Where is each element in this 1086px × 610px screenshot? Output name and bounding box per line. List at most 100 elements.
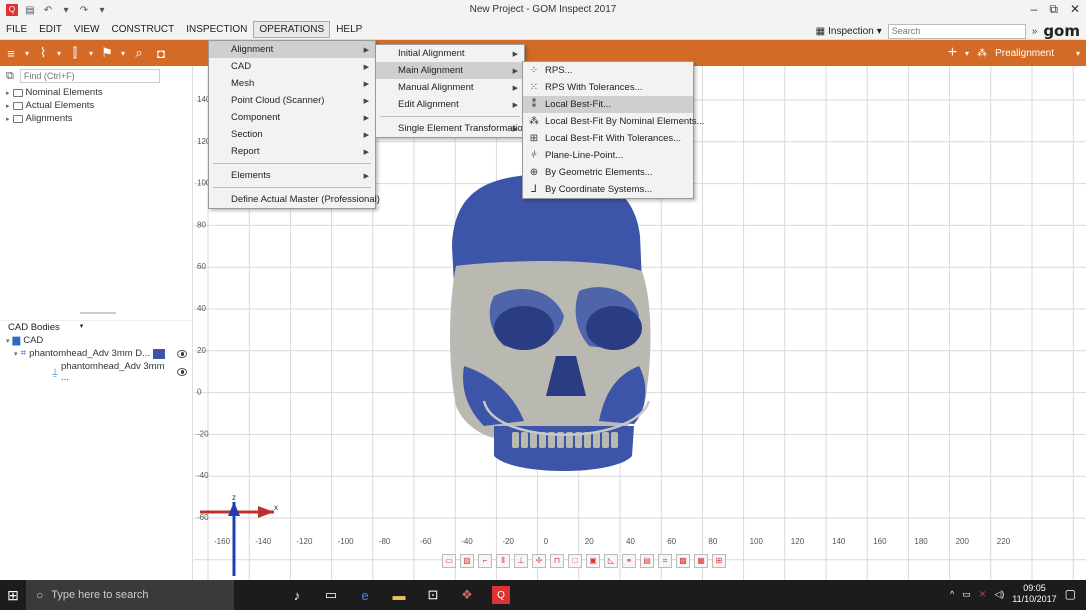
menu-item-local-best-fit[interactable]: ⁑ Local Best-Fit...	[523, 96, 693, 113]
redo-icon[interactable]: ↷	[78, 4, 90, 16]
view-tool-15-icon[interactable]: ▦	[694, 554, 708, 568]
menu-view[interactable]: VIEW	[68, 21, 106, 38]
menu-item-mesh[interactable]: Mesh ▶	[209, 75, 375, 92]
tree-item-cad[interactable]: ▾ ▆ CAD	[0, 334, 193, 347]
prealignment-label[interactable]: Prealignment	[995, 48, 1054, 59]
menu-item-component[interactable]: Component ▶	[209, 109, 375, 126]
restore-button[interactable]: ⧉	[1049, 2, 1058, 17]
store-icon[interactable]: ⊡	[424, 586, 442, 604]
menu-help[interactable]: HELP	[330, 21, 368, 38]
dropdown-icon[interactable]: ▾	[86, 49, 96, 58]
dropdown-icon[interactable]: ▾	[118, 49, 128, 58]
explorer-icon[interactable]: ⧉	[6, 70, 14, 83]
expand-arrow-icon[interactable]: ▸	[6, 89, 10, 97]
undo-dropdown-icon[interactable]: ▾	[60, 4, 72, 16]
search-input[interactable]	[887, 23, 1026, 39]
menu-item-alignment[interactable]: Alignment ▶	[209, 41, 375, 58]
menu-item-plane-line-point[interactable]: ⫩ Plane-Line-Point...	[523, 147, 693, 164]
add-icon[interactable]: +	[948, 44, 957, 62]
view-tool-11-icon[interactable]: ⚭	[622, 554, 636, 568]
expand-arrow-icon[interactable]: ▸	[6, 115, 10, 123]
view-tool-6-icon[interactable]: ✢	[532, 554, 546, 568]
menu-item-rps-tolerances[interactable]: ⁙ RPS With Tolerances...	[523, 79, 693, 96]
view-tool-4-icon[interactable]: ⫴	[496, 554, 510, 568]
microphone-icon[interactable]: ♪	[288, 586, 306, 604]
skull-mesh[interactable]	[450, 173, 651, 471]
battery-icon[interactable]: ▭	[962, 589, 971, 600]
menu-item-report[interactable]: Report ▶	[209, 143, 375, 160]
menu-item-define-actual-master[interactable]: Define Actual Master (Professional)	[209, 191, 380, 208]
view-tool-8-icon[interactable]: □	[568, 554, 582, 568]
double-chevron-icon[interactable]: »	[1032, 26, 1038, 37]
view-tool-13-icon[interactable]: ⌗	[658, 554, 672, 568]
menu-item-edit-alignment[interactable]: Edit Alignment ▶	[376, 96, 524, 113]
menu-item-elements[interactable]: Elements ▶	[209, 167, 375, 184]
gom-inspect-taskbar-icon[interactable]: Q	[492, 586, 510, 604]
menu-inspection[interactable]: INSPECTION	[180, 21, 253, 38]
menu-item-local-best-fit-nominal[interactable]: ⁂ Local Best-Fit By Nominal Elements...	[523, 113, 704, 130]
photos-icon[interactable]: ❖	[458, 586, 476, 604]
view-tool-3-icon[interactable]: ⌐	[478, 554, 492, 568]
menu-construct[interactable]: CONSTRUCT	[105, 21, 180, 38]
dropdown-icon[interactable]: ▾	[965, 49, 969, 58]
find-input[interactable]	[19, 69, 160, 83]
view-tool-12-icon[interactable]: ▤	[640, 554, 654, 568]
panel-splitter[interactable]	[80, 312, 116, 314]
file-explorer-icon[interactable]: ▬	[390, 586, 408, 604]
camera-icon[interactable]: ◘	[150, 46, 172, 61]
dropdown-icon[interactable]: ▾	[1076, 49, 1080, 58]
windows-start-icon[interactable]: ⊞	[0, 587, 26, 604]
collapse-arrow-icon[interactable]: ▾	[6, 337, 10, 345]
menu-file[interactable]: FILE	[0, 21, 33, 38]
menu-item-coordinate-systems[interactable]: ⅃ By Coordinate Systems...	[523, 181, 693, 198]
visibility-icon[interactable]	[177, 368, 187, 376]
menu-item-section[interactable]: Section ▶	[209, 126, 375, 143]
search-icon[interactable]: ⌕	[128, 45, 150, 61]
chart-tool-icon[interactable]: ⫿	[64, 45, 86, 61]
menu-item-initial-alignment[interactable]: Initial Alignment ▶	[376, 45, 524, 62]
menu-operations[interactable]: OPERATIONS	[253, 21, 331, 38]
clock[interactable]: 09:05 11/10/2017	[1012, 583, 1056, 605]
chevron-down-icon[interactable]: ▾	[80, 322, 84, 333]
menu-item-main-alignment[interactable]: Main Alignment ▶	[376, 62, 524, 79]
view-tool-2-icon[interactable]: ▨	[460, 554, 474, 568]
undo-icon[interactable]: ↶	[42, 4, 54, 16]
menu-item-single-element-transformation[interactable]: Single Element Transformation ▶	[376, 120, 528, 137]
dropdown-icon[interactable]: ▾	[54, 49, 64, 58]
network-icon[interactable]: ✕	[979, 589, 987, 600]
tray-chevron-icon[interactable]: ^	[950, 589, 954, 599]
hamburger-menu-icon[interactable]: ≡	[0, 46, 22, 61]
close-button[interactable]: ✕	[1070, 2, 1080, 17]
tree-item-cad-sub[interactable]: ⍊ phantomhead_Adv 3mm ...	[0, 360, 193, 384]
tree-item-nominal-elements[interactable]: ▸ Nominal Elements	[0, 86, 192, 99]
notifications-icon[interactable]: ▢	[1065, 587, 1076, 601]
volume-icon[interactable]: ◁)	[994, 589, 1004, 600]
collapse-arrow-icon[interactable]: ▾	[14, 350, 18, 358]
cad-bodies-header[interactable]: CAD Bodies ▾	[0, 320, 193, 334]
visibility-icon[interactable]	[177, 349, 187, 358]
menu-item-geometric-elements[interactable]: ⊕ By Geometric Elements...	[523, 164, 693, 181]
redo-dropdown-icon[interactable]: ▾	[96, 4, 108, 16]
menu-item-point-cloud[interactable]: Point Cloud (Scanner) ▶	[209, 92, 375, 109]
workspace-mode-select[interactable]: ▦ Inspection ▾	[816, 26, 882, 37]
tree-item-cad-body[interactable]: ▾ ⌗ phantomhead_Adv 3mm D...	[0, 347, 193, 360]
menu-item-cad[interactable]: CAD ▶	[209, 58, 375, 75]
menu-edit[interactable]: EDIT	[33, 21, 68, 38]
taskbar-search[interactable]: ○ Type here to search	[26, 580, 234, 610]
task-view-icon[interactable]: ▭	[322, 586, 340, 604]
view-tool-9-icon[interactable]: ▣	[586, 554, 600, 568]
minimize-button[interactable]: –	[1031, 2, 1038, 17]
save-icon[interactable]: ▤	[24, 4, 36, 16]
edge-icon[interactable]: e	[356, 586, 374, 604]
flag-tool-icon[interactable]: ⚑	[96, 45, 118, 61]
view-tool-16-icon[interactable]: ⊞	[712, 554, 726, 568]
menu-item-rps[interactable]: ⁘ RPS...	[523, 62, 693, 79]
view-tool-7-icon[interactable]: ⊓	[550, 554, 564, 568]
menu-item-local-best-fit-tolerances[interactable]: ⊞ Local Best-Fit With Tolerances...	[523, 130, 693, 147]
view-tool-10-icon[interactable]: ◺	[604, 554, 618, 568]
curve-tool-icon[interactable]: ⌇	[32, 45, 54, 61]
menu-item-manual-alignment[interactable]: Manual Alignment ▶	[376, 79, 524, 96]
dropdown-icon[interactable]: ▾	[22, 49, 32, 58]
expand-arrow-icon[interactable]: ▸	[6, 102, 10, 110]
tree-item-alignments[interactable]: ▸ Alignments	[0, 112, 192, 125]
